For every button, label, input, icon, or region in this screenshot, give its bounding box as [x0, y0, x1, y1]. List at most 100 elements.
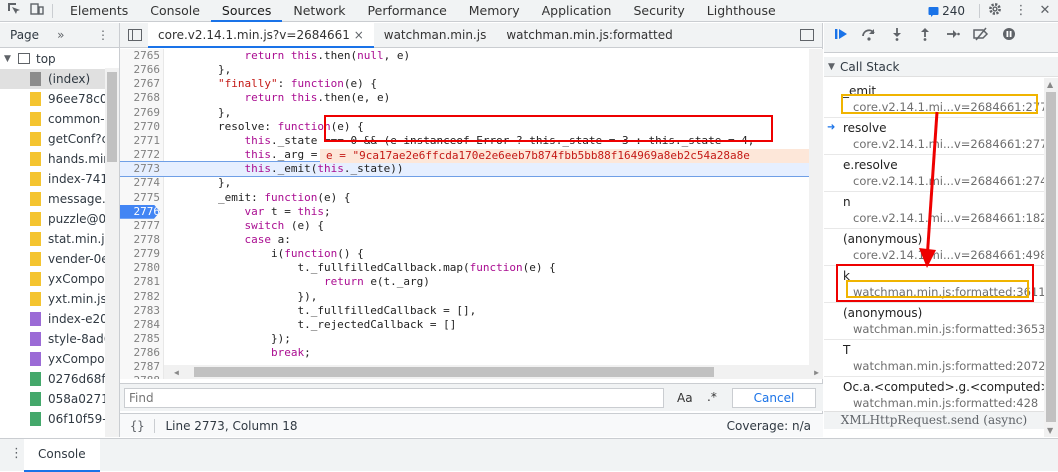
code-line[interactable]: 2777 switch (e) {	[120, 219, 809, 233]
call-stack-frame[interactable]: Oc.a.<computed>.g.<computed> watchman.min…	[824, 377, 1051, 414]
line-number[interactable]: 2784	[120, 318, 161, 332]
pause-on-exceptions-icon[interactable]	[998, 27, 1020, 49]
tree-file-item[interactable]: style-8ad6	[0, 329, 119, 349]
issues-counter[interactable]: 240	[928, 4, 965, 18]
line-number[interactable]: 2767	[120, 77, 161, 91]
call-stack-frame[interactable]: n core.v2.14.1.mi...v=2684661:1828	[824, 192, 1055, 229]
resume-icon[interactable]	[830, 27, 852, 49]
tree-file-item[interactable]: stat.min.js	[0, 229, 119, 249]
code-line[interactable]: 2785 });	[120, 332, 809, 346]
line-number[interactable]: 2765	[120, 49, 161, 63]
tree-file-item[interactable]: index-741	[0, 169, 119, 189]
horizontal-scrollbar-thumb[interactable]	[194, 367, 714, 377]
tree-file-item[interactable]: yxt.min.js?	[0, 289, 119, 309]
code-line[interactable]: 2775 _emit: function(e) {	[120, 191, 809, 205]
file-tab[interactable]: watchman.min.js:formatted	[496, 23, 682, 48]
tree-file-item[interactable]: (index)	[0, 69, 119, 89]
scroll-down-arrow-icon[interactable]: ▼	[1047, 426, 1053, 435]
code-line[interactable]: 2780 t._fullfilledCallback.map(function(…	[120, 261, 809, 275]
line-number[interactable]: 2783	[120, 304, 161, 318]
call-stack-frame[interactable]: (anonymous) watchman.min.js:formatted:365…	[824, 303, 1046, 340]
code-line[interactable]: 2779 i(function() {	[120, 247, 809, 261]
scroll-up-arrow-icon[interactable]: ▲	[1047, 80, 1053, 89]
tree-file-item[interactable]: getConf?c	[0, 129, 119, 149]
expand-triangle-icon[interactable]: ▼	[4, 49, 11, 69]
tree-file-item[interactable]: message.js	[0, 189, 119, 209]
deactivate-breakpoints-icon[interactable]	[970, 27, 992, 49]
tree-file-item[interactable]: yxCompor	[0, 269, 119, 289]
find-cancel-button[interactable]: Cancel	[732, 388, 816, 408]
line-number[interactable]: 2780	[120, 261, 161, 275]
line-number[interactable]: 2773	[120, 162, 161, 176]
toggle-navigator-icon[interactable]	[128, 29, 142, 41]
drawer-menu-icon[interactable]: ⋮	[10, 446, 23, 461]
editor-vertical-scrollbar[interactable]	[809, 49, 823, 365]
call-stack-frame[interactable]: (anonymous) core.v2.14.1.mi...v=2684661:4…	[824, 229, 1055, 266]
debugger-scrollbar[interactable]: ▲ ▼	[1044, 78, 1058, 437]
panel-tab-security[interactable]: Security	[622, 0, 695, 22]
line-number[interactable]: 2781	[120, 275, 161, 289]
drawer-tab-console[interactable]: Console	[24, 439, 100, 472]
frame-location[interactable]: watchman.min.js:formatted:428	[853, 396, 1038, 410]
code-line[interactable]: 2773 this._emit(this._state))	[120, 161, 810, 178]
match-case-button[interactable]: Aa	[677, 391, 693, 405]
code-line[interactable]: 2767 "finally": function(e) {	[120, 77, 809, 91]
code-line[interactable]: 2786 break;	[120, 346, 809, 360]
line-number[interactable]: 2788	[120, 374, 161, 379]
debugger-scrollbar-thumb[interactable]	[1046, 92, 1056, 422]
call-stack-header[interactable]: ▼ Call Stack	[824, 57, 1058, 77]
panel-tab-console[interactable]: Console	[139, 0, 211, 22]
line-number[interactable]: 2772	[120, 148, 161, 162]
step-over-icon[interactable]	[858, 27, 880, 49]
tree-file-item[interactable]: common-a	[0, 109, 119, 129]
tree-file-item[interactable]: 0276d68f4	[0, 369, 119, 389]
line-number[interactable]: 2768	[120, 91, 161, 105]
tree-file-item[interactable]: puzzle@0(	[0, 209, 119, 229]
call-stack-frame[interactable]: ➜ resolve core.v2.14.1.mi...v=2684661:2773	[824, 118, 1055, 155]
tree-file-item[interactable]: 96ee78c0c	[0, 89, 119, 109]
line-number[interactable]: 2770	[120, 120, 161, 134]
panel-tab-sources[interactable]: Sources	[210, 0, 283, 22]
settings-gear-icon[interactable]	[986, 2, 1004, 20]
tree-file-item[interactable]: yxCompor	[0, 349, 119, 369]
pretty-print-button[interactable]: {}	[130, 419, 144, 433]
tree-file-item[interactable]: 06f10f59-l	[0, 409, 119, 429]
code-line[interactable]: 2778 case a:	[120, 233, 809, 247]
more-options-icon[interactable]: ⋮	[1012, 2, 1030, 20]
tree-file-item[interactable]: 058a0271	[0, 389, 119, 409]
step-icon[interactable]	[942, 27, 964, 49]
code-line[interactable]: 2768 return this.then(e, e)	[120, 91, 809, 105]
code-line[interactable]: 2765 return this.then(null, e)	[120, 49, 809, 63]
frame-location[interactable]: watchman.min.js:formatted:3653	[853, 322, 1046, 336]
line-number[interactable]: 2769	[120, 106, 161, 120]
line-number[interactable]: 2771	[120, 134, 161, 148]
tree-file-item[interactable]: hands.min	[0, 149, 119, 169]
panel-tab-lighthouse[interactable]: Lighthouse	[696, 0, 787, 22]
close-devtools-icon[interactable]: ✕	[1036, 2, 1054, 20]
call-stack-frame[interactable]: Twatchman.min.js:formatted:2072	[824, 340, 1046, 377]
step-into-icon[interactable]	[886, 27, 908, 49]
scroll-left-arrow-icon[interactable]: ◀	[174, 368, 179, 377]
code-line[interactable]: 2783 t._fullfilledCallback = [],	[120, 304, 809, 318]
code-area[interactable]: 2765 return this.then(null, e) 2766 }, 276…	[120, 49, 823, 379]
line-number[interactable]: 2786	[120, 346, 161, 360]
code-line[interactable]: 2771 this._state === 0 && (e instanceof …	[120, 134, 809, 148]
panel-tab-network[interactable]: Network	[282, 0, 356, 22]
tree-file-item[interactable]: vender-0e	[0, 249, 119, 269]
line-number[interactable]: 2766	[120, 63, 161, 77]
find-input[interactable]	[125, 389, 655, 407]
frame-location[interactable]: core.v2.14.1.mi...v=2684661:2747	[853, 174, 1055, 188]
frame-location[interactable]: core.v2.14.1.mi...v=2684661:2773	[853, 137, 1055, 151]
panel-tab-elements[interactable]: Elements	[59, 0, 139, 22]
line-number[interactable]: 2787	[120, 360, 161, 374]
navigator-tab-page[interactable]: Page	[10, 28, 39, 42]
line-number[interactable]: 2775	[120, 191, 161, 205]
code-line[interactable]: 2776 var t = this;	[120, 204, 809, 219]
frame-location[interactable]: core.v2.14.1.mi...v=2684661:1828	[853, 211, 1055, 225]
tree-file-item[interactable]: index-e20	[0, 309, 119, 329]
inspect-element-icon[interactable]	[5, 2, 23, 20]
navigator-scrollbar[interactable]	[105, 68, 119, 437]
step-out-icon[interactable]	[914, 27, 936, 49]
scroll-right-arrow-icon[interactable]: ▶	[814, 368, 819, 377]
frame-location[interactable]: watchman.min.js:formatted:3611	[853, 285, 1046, 299]
